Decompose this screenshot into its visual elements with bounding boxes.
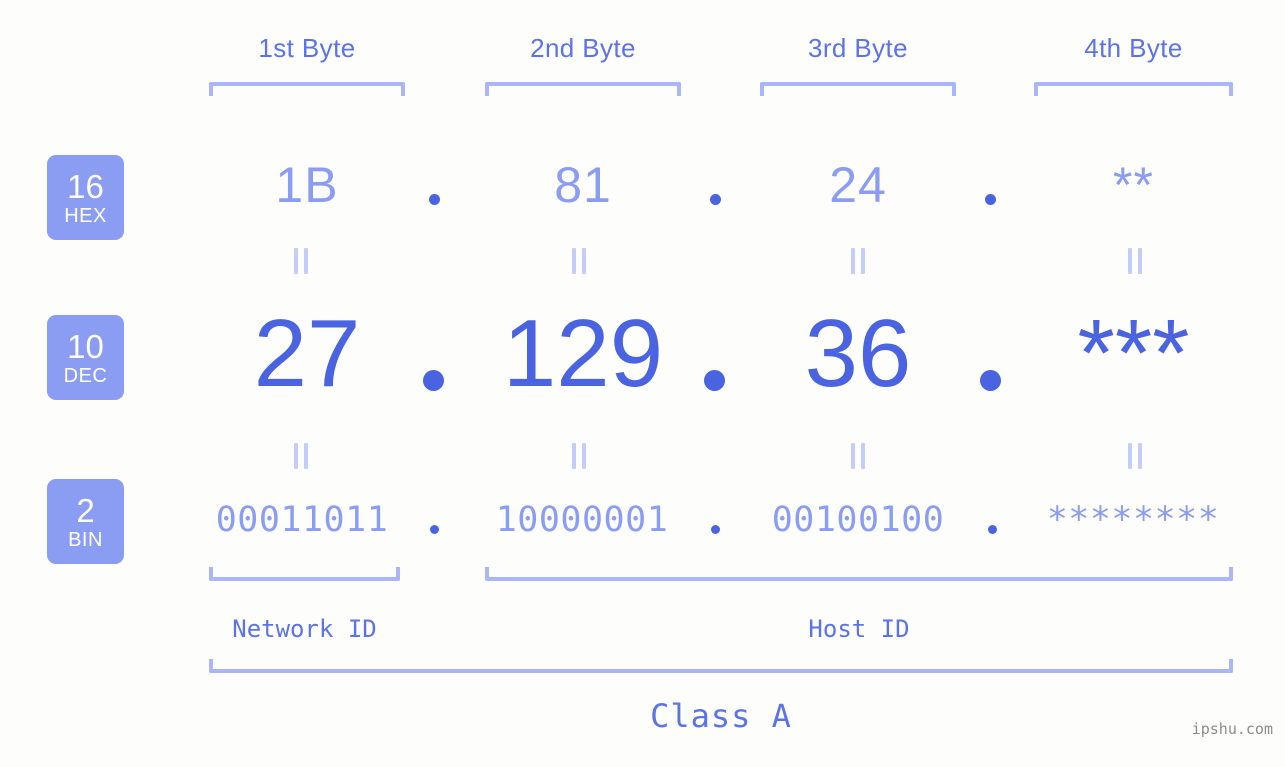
dec-byte-1: 27 (253, 300, 361, 407)
host-id-bracket (485, 567, 1233, 581)
equals-mark-hex-dec-1 (294, 248, 308, 274)
equals-mark-dec-bin-1 (294, 443, 308, 469)
class-label: Class A (650, 697, 792, 735)
radix-badge-hex-name: HEX (64, 204, 107, 227)
equals-mark-dec-bin-4 (1128, 443, 1142, 469)
hex-byte-3: 24 (829, 157, 887, 213)
hex-byte-4: ** (1113, 157, 1154, 213)
hex-byte-1: 1B (275, 157, 339, 213)
equals-mark-dec-bin-2 (572, 443, 586, 469)
byte-header-1: 1st Byte (258, 33, 356, 63)
radix-badge-dec: 10 DEC (47, 315, 124, 400)
network-id-bracket (209, 567, 400, 581)
equals-mark-hex-dec-4 (1128, 248, 1142, 274)
byte-bracket-1 (209, 82, 405, 96)
byte-bracket-4 (1034, 82, 1233, 96)
hex-separator-3 (985, 194, 996, 205)
hex-separator-1 (429, 194, 440, 205)
radix-badge-bin: 2 BIN (47, 479, 124, 564)
byte-header-4: 4th Byte (1084, 33, 1183, 63)
hex-byte-2: 81 (554, 157, 612, 213)
network-id-label: Network ID (232, 615, 377, 643)
equals-mark-hex-dec-3 (851, 248, 865, 274)
radix-badge-hex: 16 HEX (47, 155, 124, 240)
dec-byte-4: *** (1077, 300, 1190, 407)
bin-byte-4: ******** (1046, 500, 1220, 540)
radix-badge-dec-name: DEC (63, 364, 108, 387)
byte-bracket-3 (760, 82, 956, 96)
radix-badge-hex-number: 16 (67, 167, 104, 205)
radix-badge-bin-number: 2 (76, 491, 95, 529)
ip-address-breakdown-diagram: 1st Byte 2nd Byte 3rd Byte 4th Byte 16 H… (0, 0, 1285, 767)
bin-separator-3 (988, 525, 997, 534)
byte-header-2: 2nd Byte (530, 33, 636, 63)
dec-separator-3 (980, 370, 1001, 391)
equals-mark-dec-bin-3 (851, 443, 865, 469)
bin-byte-3: 00100100 (771, 500, 945, 540)
bin-separator-2 (711, 525, 720, 534)
dec-byte-2: 129 (502, 300, 664, 407)
radix-badge-dec-number: 10 (67, 327, 104, 365)
radix-badge-bin-name: BIN (68, 528, 103, 551)
byte-bracket-2 (485, 82, 681, 96)
byte-header-3: 3rd Byte (807, 33, 909, 63)
dec-byte-3: 36 (804, 300, 912, 407)
watermark: ipshu.com (1191, 720, 1273, 738)
bin-byte-2: 10000001 (495, 500, 669, 540)
equals-mark-hex-dec-2 (572, 248, 586, 274)
hex-separator-2 (710, 194, 721, 205)
dec-separator-1 (423, 370, 444, 391)
class-bracket (209, 659, 1233, 673)
dec-separator-2 (704, 370, 725, 391)
bin-byte-1: 00011011 (215, 500, 389, 540)
host-id-label: Host ID (808, 615, 910, 643)
bin-separator-1 (430, 525, 439, 534)
